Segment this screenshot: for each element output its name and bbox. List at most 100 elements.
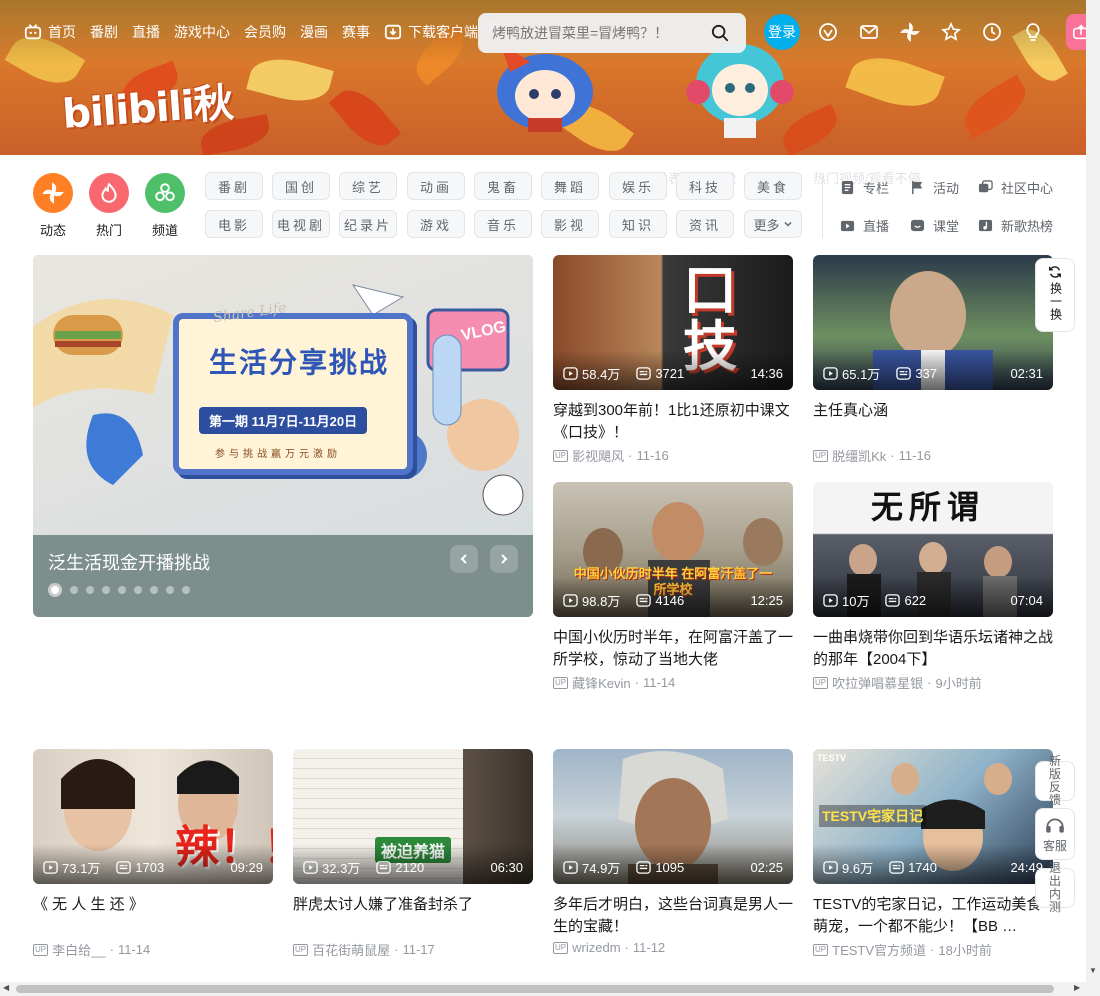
video-thumbnail[interactable]: 65.1万 337 02:31 [813,255,1053,390]
channel-news[interactable]: 资讯 [676,210,734,238]
nav-member-shop[interactable]: 会员购 [244,22,286,42]
video-title[interactable]: 《 无 人 生 还 》 [33,894,273,938]
message-icon[interactable] [859,20,879,44]
scroll-left-icon[interactable]: ◀ [3,983,9,992]
video-thumbnail[interactable]: 74.9万 1095 02:25 [553,749,793,884]
carousel-dot[interactable] [134,586,142,594]
carousel[interactable]: 生活分享挑战 第一期 11月7日-11月20日 参与挑战赢万元激励 VLOG S… [33,255,533,617]
carousel-dot[interactable] [70,586,78,594]
channel-music[interactable]: 音乐 [474,210,532,238]
quick-dynamic[interactable]: 动态 [33,173,73,239]
carousel-dot[interactable] [166,586,174,594]
carousel-next-button[interactable] [490,545,518,573]
video-card[interactable]: 辣！！ 73.1万 1703 09:29 《 无 人 生 还 》 UP李白给__… [33,749,273,959]
creation-center-icon[interactable] [1023,20,1043,44]
nav-home[interactable]: 首页 [24,22,76,42]
video-thumbnail[interactable]: 辣！！ 73.1万 1703 09:29 [33,749,273,884]
video-title[interactable]: TESTV的宅家日记，工作运动美食萌宠，一个都不能少！【BB … [813,894,1053,938]
link-course[interactable]: 课堂 [910,216,959,235]
video-title[interactable]: 一曲串烧带你回到华语乐坛诸神之战的那年【2004下】 [813,627,1053,671]
channel-animation[interactable]: 动画 [407,172,465,200]
video-thumbnail[interactable]: 中国小伙历时半年 在阿富汗盖了一所学校 98.8万 4146 12:25 [553,482,793,617]
login-button[interactable]: 登录 [764,14,800,50]
vip-icon[interactable] [818,20,838,44]
video-title[interactable]: 多年后才明白，这些台词真是男人一生的宝藏！ [553,894,793,938]
dynamic-icon[interactable] [900,20,920,44]
channel-film[interactable]: 影视 [541,210,599,238]
channel-knowledge[interactable]: 知识 [609,210,667,238]
video-meta[interactable]: UP wrizedm · 11-12 [553,940,793,955]
video-meta[interactable]: UP 百花街萌鼠屋 · 11-17 [293,940,533,959]
carousel-dot[interactable] [182,586,190,594]
link-column[interactable]: 专栏 [840,178,889,197]
video-title[interactable]: 穿越到300年前！1比1还原初中课文《口技》！ [553,400,793,444]
carousel-prev-button[interactable] [450,545,478,573]
channel-anime[interactable]: 番剧 [205,172,263,200]
video-meta[interactable]: UP 脱缰凯Kk · 11-16 [813,446,1053,465]
video-card[interactable]: 74.9万 1095 02:25 多年后才明白，这些台词真是男人一生的宝藏！ U… [553,749,793,955]
channel-variety[interactable]: 综艺 [339,172,397,200]
channel-tv-series[interactable]: 电视剧 [272,210,330,238]
video-meta[interactable]: UP 影视飓风 · 11-16 [553,446,793,465]
video-meta[interactable]: UP 吹拉弹唱慕星银 · 9小时前 [813,673,1053,692]
link-live[interactable]: 直播 [840,216,889,235]
feedback-button[interactable]: 新版反馈 [1035,755,1075,807]
link-new-songs[interactable]: 新歌热榜 [978,216,1053,235]
video-thumbnail[interactable]: 无所谓 10万 622 07:04 [813,482,1053,617]
scroll-down-icon[interactable]: ▼ [1089,966,1097,975]
link-activity[interactable]: 活动 [910,178,959,197]
refresh-button[interactable]: 换一换 [1035,258,1075,332]
exit-beta-button[interactable]: 退出内测 [1035,862,1075,914]
search-icon[interactable] [706,19,734,47]
video-meta[interactable]: UP TESTV官方频道 · 18小时前 [813,940,1053,959]
bilibili-logo[interactable]: bilibili秋 [60,70,234,140]
channel-more-button[interactable]: 更多 [744,210,802,238]
carousel-dot[interactable] [118,586,126,594]
channel-documentary[interactable]: 纪录片 [339,210,397,238]
vertical-scrollbar[interactable]: ▼ [1086,0,1100,996]
nav-manga[interactable]: 漫画 [300,22,328,42]
video-meta[interactable]: UP 李白给__ · 11-14 [33,940,273,959]
carousel-dot[interactable] [102,586,110,594]
video-card[interactable]: 无所谓 10万 622 07:04 一曲串烧带你回到华语乐坛诸神之战的那年【20… [813,482,1053,692]
video-title[interactable]: 中国小伙历时半年，在阿富汗盖了一所学校，惊动了当地大佬 [553,627,793,671]
search-input[interactable] [492,25,706,41]
channel-food[interactable]: 美食 [744,172,802,200]
channel-dance[interactable]: 舞蹈 [541,172,599,200]
carousel-image[interactable]: 生活分享挑战 第一期 11月7日-11月20日 参与挑战赢万元激励 VLOG S… [33,255,533,535]
video-title[interactable]: 主任真心涵 [813,400,1053,444]
video-card[interactable]: 65.1万 337 02:31 主任真心涵 UP 脱缰凯Kk · 11-16 [813,255,1053,465]
carousel-dot[interactable] [48,583,62,597]
link-community[interactable]: 社区中心 [978,178,1053,197]
channel-entertainment[interactable]: 娱乐 [609,172,667,200]
nav-game-center[interactable]: 游戏中心 [174,22,230,42]
video-card[interactable]: 口技 58.4万 3721 14:36 穿越到300年前！1比1还原初中课文《口… [553,255,793,465]
channel-game[interactable]: 游戏 [407,210,465,238]
horizontal-scrollbar[interactable]: ◀ ▶ [0,982,1086,996]
carousel-dot[interactable] [86,586,94,594]
channel-tech[interactable]: 科技 [676,172,734,200]
video-thumbnail[interactable]: TESTV TESTV宅家日记 9.6万 1740 24:49 [813,749,1053,884]
video-thumbnail[interactable]: 被迫养猫 32.3万 2120 06:30 [293,749,533,884]
video-card[interactable]: TESTV TESTV宅家日记 9.6万 1740 24:49 TESTV的宅家… [813,749,1053,959]
nav-anime[interactable]: 番剧 [90,22,118,42]
carousel-caption[interactable]: 泛生活现金开播挑战 [48,549,210,575]
customer-service-button[interactable]: 客服 [1035,808,1075,860]
channel-guochuang[interactable]: 国创 [272,172,330,200]
channel-kichiku[interactable]: 鬼畜 [474,172,532,200]
scroll-right-icon[interactable]: ▶ [1074,983,1080,992]
history-icon[interactable] [982,20,1002,44]
channel-movie[interactable]: 电影 [205,210,263,238]
horizontal-scroll-thumb[interactable] [16,985,1054,993]
carousel-dot[interactable] [150,586,158,594]
nav-live[interactable]: 直播 [132,22,160,42]
video-card[interactable]: 被迫养猫 32.3万 2120 06:30 胖虎太讨人嫌了准备封杀了 UP百花街… [293,749,533,959]
video-thumbnail[interactable]: 口技 58.4万 3721 14:36 [553,255,793,390]
quick-channel[interactable]: 频道 [145,173,185,239]
video-meta[interactable]: UP 藏锋Kevin · 11-14 [553,673,793,692]
video-card[interactable]: 中国小伙历时半年 在阿富汗盖了一所学校 98.8万 4146 12:25 中国小… [553,482,793,692]
quick-hot[interactable]: 热门 [89,173,129,239]
nav-esports[interactable]: 赛事 [342,22,370,42]
video-title[interactable]: 胖虎太讨人嫌了准备封杀了 [293,894,533,938]
favorites-icon[interactable] [941,20,961,44]
